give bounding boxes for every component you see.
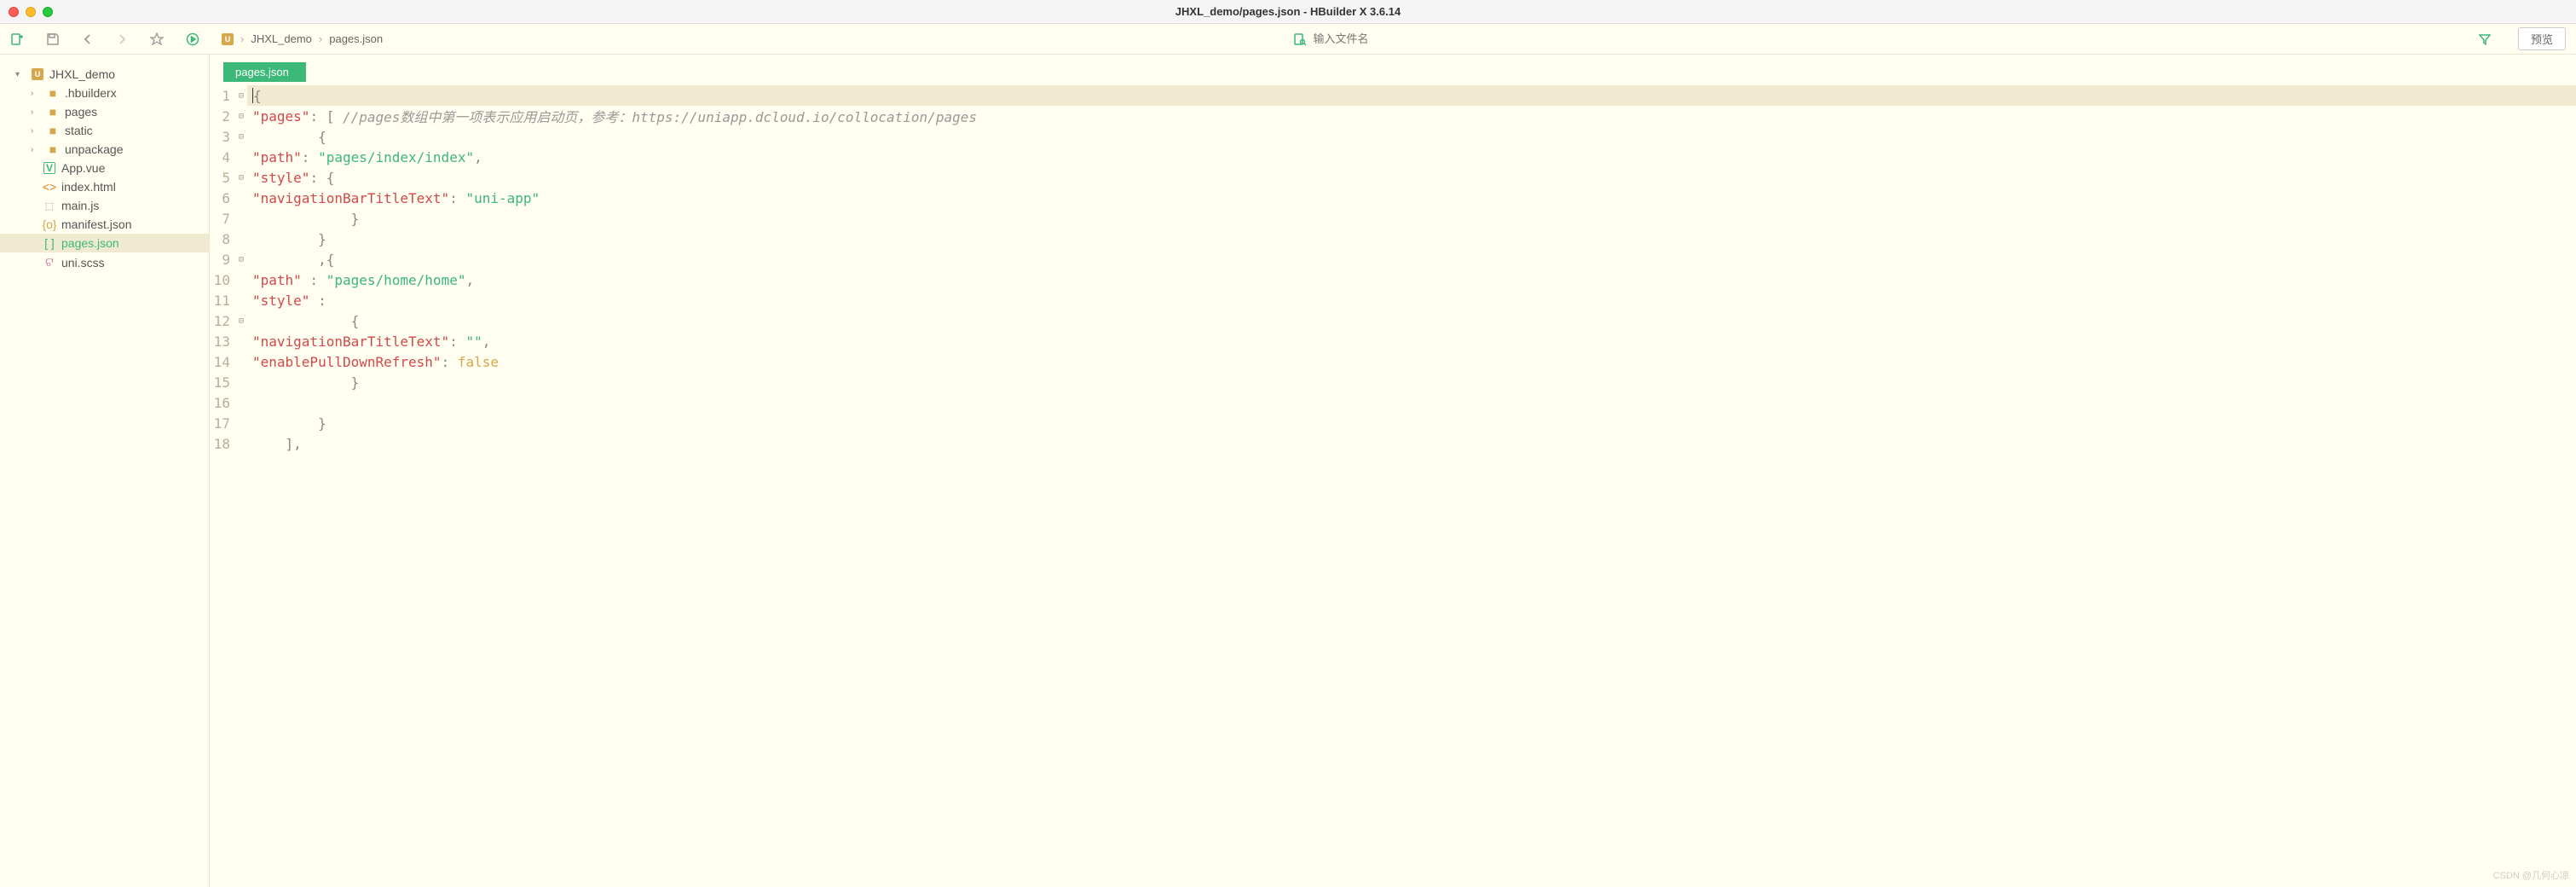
chevron-down-icon: ▾	[15, 70, 26, 79]
code-content[interactable]: { "pages": [ //pages数组中第一项表示应用启动页，参考：htt…	[247, 82, 2576, 887]
code-line: }	[247, 208, 2576, 229]
close-button[interactable]	[9, 7, 19, 17]
window-controls	[9, 7, 53, 17]
code-line: "style": {	[247, 167, 2576, 188]
folder-icon: ■	[46, 124, 60, 137]
preview-button[interactable]: 预览	[2518, 27, 2566, 50]
tree-root-label: JHXL_demo	[49, 67, 115, 81]
line-gutter: 1⊟ 2⊟ 3⊟ 4 5⊟ 6 7 8 9⊟ 10 11 12⊟ 13 14 1…	[210, 82, 247, 887]
json-file-icon: [ ]	[43, 236, 56, 250]
code-line: "style" :	[247, 290, 2576, 310]
maximize-button[interactable]	[43, 7, 53, 17]
search-icon[interactable]	[1293, 32, 1307, 46]
code-line: "enablePullDownRefresh": false	[247, 351, 2576, 372]
code-line: "navigationBarTitleText": "uni-app"	[247, 188, 2576, 208]
breadcrumb-file[interactable]: pages.json	[329, 32, 383, 45]
code-line	[247, 392, 2576, 413]
code-line: }	[247, 372, 2576, 392]
star-icon[interactable]	[150, 32, 164, 46]
folder-icon: ■	[46, 105, 60, 119]
search-area	[405, 32, 2457, 46]
tree-folder[interactable]: ›■.hbuilderx	[0, 84, 209, 102]
json-file-icon: {o}	[43, 217, 56, 231]
new-file-icon[interactable]	[10, 32, 24, 46]
project-icon: U	[222, 33, 234, 45]
code-line: {	[247, 126, 2576, 147]
watermark: CSDN @几何心凉	[2493, 868, 2569, 882]
file-explorer: ▾ U JHXL_demo ›■.hbuilderx ›■pages ›■sta…	[0, 55, 210, 887]
filter-icon[interactable]	[2479, 33, 2491, 45]
folder-icon: ■	[46, 142, 60, 156]
tree-file-active[interactable]: [ ]pages.json	[0, 234, 209, 252]
forward-icon[interactable]	[116, 33, 128, 45]
folder-icon: ■	[46, 86, 60, 100]
code-line: "navigationBarTitleText": "",	[247, 331, 2576, 351]
tree-file[interactable]: <>index.html	[0, 177, 209, 196]
scss-file-icon: ଟ	[43, 255, 56, 270]
main-area: ▾ U JHXL_demo ›■.hbuilderx ›■pages ›■sta…	[0, 55, 2576, 887]
titlebar: JHXL_demo/pages.json - HBuilder X 3.6.14	[0, 0, 2576, 24]
html-file-icon: <>	[43, 180, 56, 194]
chevron-right-icon: ›	[31, 107, 41, 117]
code-line: }	[247, 413, 2576, 433]
tree-folder[interactable]: ›■static	[0, 121, 209, 140]
breadcrumb-project[interactable]: JHXL_demo	[251, 32, 312, 45]
code-line: }	[247, 229, 2576, 249]
code-line: ],	[247, 433, 2576, 454]
chevron-right-icon: ›	[319, 32, 322, 45]
save-icon[interactable]	[46, 32, 60, 46]
tree-file[interactable]: ⬚main.js	[0, 196, 209, 215]
minimize-button[interactable]	[26, 7, 36, 17]
code-editor[interactable]: 1⊟ 2⊟ 3⊟ 4 5⊟ 6 7 8 9⊟ 10 11 12⊟ 13 14 1…	[210, 82, 2576, 887]
editor-area: pages.json 1⊟ 2⊟ 3⊟ 4 5⊟ 6 7 8 9⊟ 10 11 …	[210, 55, 2576, 887]
code-line: {	[247, 85, 2576, 106]
chevron-right-icon: ›	[31, 145, 41, 154]
project-icon: U	[31, 68, 44, 80]
js-file-icon: ⬚	[43, 200, 56, 212]
code-line: {	[247, 310, 2576, 331]
tree-folder[interactable]: ›■pages	[0, 102, 209, 121]
code-line: "path": "pages/index/index",	[247, 147, 2576, 167]
code-line: "path" : "pages/home/home",	[247, 270, 2576, 290]
window-title: JHXL_demo/pages.json - HBuilder X 3.6.14	[1175, 5, 1401, 18]
code-line: ,{	[247, 249, 2576, 270]
tree-root[interactable]: ▾ U JHXL_demo	[0, 65, 209, 84]
tab-active[interactable]: pages.json	[223, 62, 306, 82]
chevron-right-icon: ›	[31, 89, 41, 98]
run-icon[interactable]	[186, 32, 199, 46]
chevron-right-icon: ›	[240, 32, 244, 45]
tree-file[interactable]: {o}manifest.json	[0, 215, 209, 234]
back-icon[interactable]	[82, 33, 94, 45]
code-line: "pages": [ //pages数组中第一项表示应用启动页，参考：https…	[247, 106, 2576, 126]
breadcrumb: U › JHXL_demo › pages.json	[222, 32, 383, 45]
toolbar: U › JHXL_demo › pages.json 预览	[0, 24, 2576, 55]
editor-tabs: pages.json	[210, 55, 2576, 82]
tree-file[interactable]: VApp.vue	[0, 159, 209, 177]
vue-file-icon: V	[43, 162, 56, 174]
tree-folder[interactable]: ›■unpackage	[0, 140, 209, 159]
search-input[interactable]	[1314, 32, 1569, 45]
tree-file[interactable]: ଟuni.scss	[0, 252, 209, 272]
chevron-right-icon: ›	[31, 126, 41, 136]
